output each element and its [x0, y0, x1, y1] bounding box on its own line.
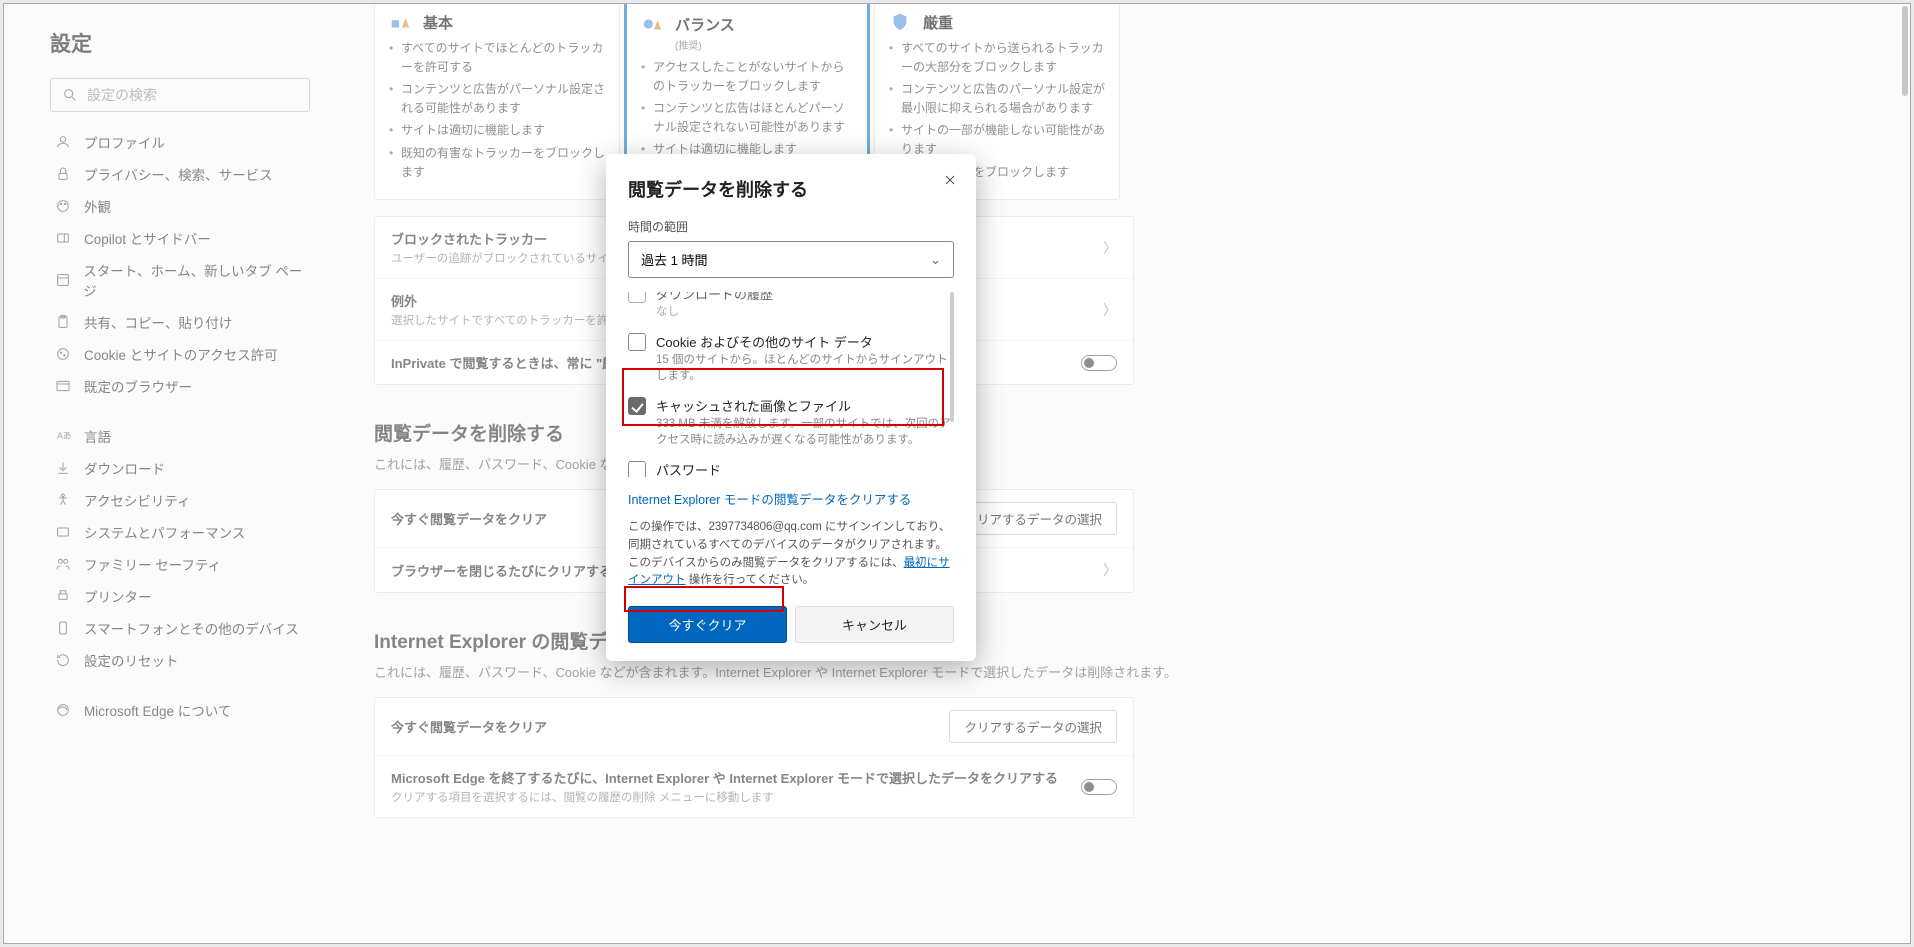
- item-checkbox[interactable]: [628, 397, 646, 415]
- time-range-value: 過去 1 時間: [641, 250, 707, 269]
- item-title: キャッシュされた画像とファイル: [656, 396, 954, 415]
- dialog-data-item[interactable]: キャッシュされた画像とファイル333 MB 未満を解放します。一部のサイトでは、…: [628, 390, 954, 454]
- dialog-data-item[interactable]: Cookie およびその他のサイト データ15 個のサイトから。ほとんどのサイト…: [628, 326, 954, 390]
- item-desc: 15 個のサイトから。ほとんどのサイトからサインアウトします。: [656, 352, 954, 384]
- item-desc: なし: [656, 304, 773, 320]
- item-title: Cookie およびその他のサイト データ: [656, 332, 954, 351]
- time-range-select[interactable]: 過去 1 時間 ⌄: [628, 241, 954, 278]
- close-icon[interactable]: [938, 168, 962, 192]
- cancel-button[interactable]: キャンセル: [795, 606, 954, 643]
- dialog-title: 閲覧データを削除する: [628, 176, 954, 202]
- dialog-sync-note: この操作では、2397734806@qq.com にサインインしており、同期され…: [628, 519, 954, 590]
- item-desc: 333 MB 未満を解放します。一部のサイトでは、次回のアクセス時に読み込みが遅…: [656, 416, 954, 448]
- chevron-down-icon: ⌄: [930, 252, 941, 268]
- item-checkbox[interactable]: [628, 292, 646, 303]
- item-title: ダウンロードの履歴: [656, 292, 773, 303]
- dialog-data-item[interactable]: ダウンロードの履歴なし: [628, 292, 954, 326]
- clear-browsing-data-dialog: 閲覧データを削除する 時間の範囲 過去 1 時間 ⌄ ダウンロードの履歴なしCo…: [606, 154, 976, 661]
- dialog-data-item[interactable]: パスワードなし: [628, 454, 954, 477]
- item-checkbox[interactable]: [628, 461, 646, 477]
- time-range-label: 時間の範囲: [628, 218, 954, 235]
- item-title: パスワード: [656, 460, 721, 477]
- clear-now-button[interactable]: 今すぐクリア: [628, 606, 787, 643]
- ie-mode-clear-link[interactable]: Internet Explorer モードの閲覧データをクリアする: [628, 489, 911, 508]
- item-checkbox[interactable]: [628, 333, 646, 351]
